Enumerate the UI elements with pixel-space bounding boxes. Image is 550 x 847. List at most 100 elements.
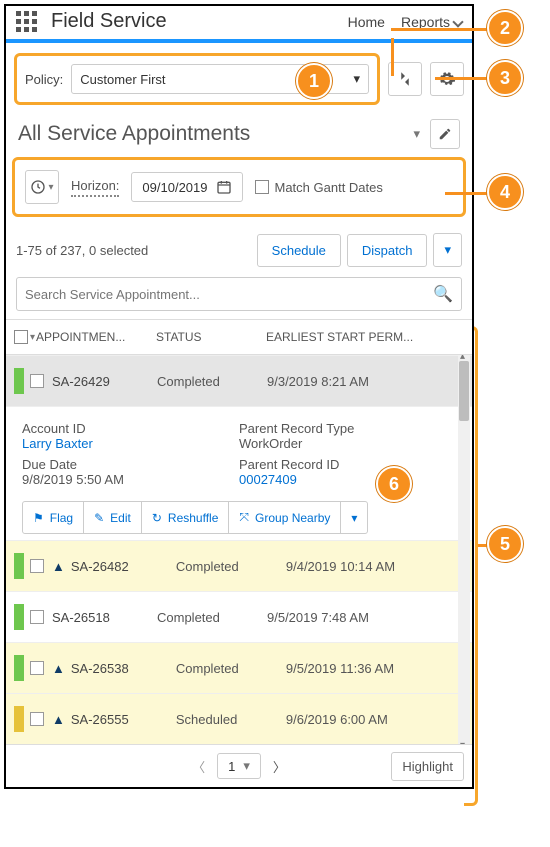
warning-icon: ▲ bbox=[52, 712, 65, 727]
list-view-menu[interactable]: ▾ bbox=[413, 126, 420, 142]
footer: 〈 1 ▾ 〉 Highlight bbox=[6, 745, 472, 787]
appt-id: SA-26429 bbox=[52, 374, 157, 389]
count-row: 1-75 of 237, 0 selected Schedule Dispatc… bbox=[6, 227, 472, 273]
record-count: 1-75 of 237, 0 selected bbox=[16, 243, 251, 258]
appt-id: SA-26555 bbox=[71, 712, 176, 727]
horizon-box: ▾ Horizon: 09/10/2019 Match Gantt Dates bbox=[12, 157, 466, 217]
search-input[interactable] bbox=[25, 287, 433, 302]
edit-list-button[interactable] bbox=[430, 119, 460, 149]
appt-start: 9/5/2019 7:48 AM bbox=[267, 610, 464, 625]
calendar-icon bbox=[216, 179, 232, 195]
row-checkbox[interactable] bbox=[30, 610, 44, 624]
appt-status: Completed bbox=[157, 610, 267, 625]
parent-id-label: Parent Record ID bbox=[239, 457, 456, 472]
edit-button[interactable]: ✎Edit bbox=[84, 502, 142, 533]
table-row[interactable]: ▲ SA-26555 Scheduled 9/6/2019 6:00 AM bbox=[6, 693, 472, 744]
search-box[interactable]: 🔍 bbox=[16, 277, 462, 311]
callout-1: 1 bbox=[296, 63, 332, 99]
search-row: 🔍 bbox=[6, 273, 472, 319]
row-checkbox[interactable] bbox=[30, 374, 44, 388]
due-date-value: 9/8/2019 5:50 AM bbox=[22, 472, 239, 487]
callout-4: 4 bbox=[487, 174, 523, 210]
pager-next[interactable]: 〉 bbox=[267, 755, 292, 778]
pager-prev[interactable]: 〈 bbox=[186, 755, 211, 778]
match-gantt-checkbox[interactable]: Match Gantt Dates bbox=[255, 180, 383, 195]
status-mark bbox=[14, 604, 24, 630]
parent-type-label: Parent Record Type bbox=[239, 421, 456, 436]
appt-id: SA-26538 bbox=[71, 661, 176, 676]
flag-icon: ⚑ bbox=[33, 511, 44, 525]
highlight-button[interactable]: Highlight bbox=[391, 752, 464, 781]
appt-start: 9/3/2019 8:21 AM bbox=[267, 374, 464, 389]
policy-label: Policy: bbox=[25, 72, 63, 87]
app-header: Field Service Home Reports bbox=[6, 6, 472, 43]
nav-home[interactable]: Home bbox=[348, 14, 385, 30]
app-launcher-icon[interactable] bbox=[16, 11, 37, 32]
parent-id-link[interactable]: 00027409 bbox=[239, 472, 456, 487]
callout-6: 6 bbox=[376, 466, 412, 502]
appt-status: Scheduled bbox=[176, 712, 286, 727]
callout-5: 5 bbox=[487, 526, 523, 562]
row-checkbox[interactable] bbox=[30, 661, 44, 675]
appt-status: Completed bbox=[176, 661, 286, 676]
list-title-row: All Service Appointments ▾ bbox=[6, 115, 472, 157]
pager-current[interactable]: 1 ▾ bbox=[217, 753, 261, 779]
pencil-icon bbox=[438, 127, 452, 141]
scroll-thumb[interactable] bbox=[459, 361, 469, 421]
col-appointment[interactable]: APPOINTMEN... bbox=[36, 330, 156, 344]
appt-start: 9/5/2019 11:36 AM bbox=[286, 661, 464, 676]
table-header: ▾ APPOINTMEN... STATUS EARLIEST START PE… bbox=[6, 319, 472, 355]
parent-type-value: WorkOrder bbox=[239, 436, 456, 451]
callout-3: 3 bbox=[487, 60, 523, 96]
due-date-label: Due Date bbox=[22, 457, 239, 472]
row-checkbox[interactable] bbox=[30, 712, 44, 726]
chevron-down-icon bbox=[452, 16, 463, 27]
row-action-bar: ⚑Flag ✎Edit ↻Reshuffle ⤧Group Nearby ▾ bbox=[22, 501, 368, 534]
table-row[interactable]: SA-26429 Completed 9/3/2019 8:21 AM bbox=[6, 355, 472, 406]
appt-status: Completed bbox=[157, 374, 267, 389]
account-id-link[interactable]: Larry Baxter bbox=[22, 436, 239, 451]
clock-button[interactable]: ▾ bbox=[25, 170, 59, 204]
caret-down-icon: ▾ bbox=[243, 758, 250, 774]
reshuffle-button[interactable]: ↻Reshuffle bbox=[142, 502, 230, 533]
status-mark bbox=[14, 368, 24, 394]
callout-2: 2 bbox=[487, 10, 523, 46]
pencil-icon: ✎ bbox=[94, 511, 104, 525]
row-checkbox[interactable] bbox=[30, 559, 44, 573]
schedule-button[interactable]: Schedule bbox=[257, 234, 341, 267]
policy-row: Policy: Customer First ▾ bbox=[6, 43, 472, 115]
status-mark bbox=[14, 553, 24, 579]
appointment-rows: SA-26429 Completed 9/3/2019 8:21 AM Acco… bbox=[6, 355, 472, 745]
table-row[interactable]: ▲ SA-26482 Completed 9/4/2019 10:14 AM bbox=[6, 540, 472, 591]
warning-icon: ▲ bbox=[52, 559, 65, 574]
search-icon: 🔍 bbox=[433, 284, 453, 304]
row-more-button[interactable]: ▾ bbox=[341, 502, 367, 533]
warning-icon: ▲ bbox=[52, 661, 65, 676]
split-icon bbox=[396, 70, 414, 88]
select-all-checkbox[interactable]: ▾ bbox=[14, 330, 36, 344]
horizon-date-input[interactable]: 09/10/2019 bbox=[131, 172, 242, 202]
appt-start: 9/6/2019 6:00 AM bbox=[286, 712, 464, 727]
col-earliest-start[interactable]: EARLIEST START PERM... bbox=[266, 330, 464, 344]
reshuffle-icon: ↻ bbox=[152, 511, 162, 525]
horizon-label: Horizon: bbox=[71, 178, 119, 197]
table-row[interactable]: ▲ SA-26538 Completed 9/5/2019 11:36 AM bbox=[6, 642, 472, 693]
appt-start: 9/4/2019 10:14 AM bbox=[286, 559, 464, 574]
table-row[interactable]: SA-26518 Completed 9/5/2019 7:48 AM bbox=[6, 591, 472, 642]
scrollbar[interactable]: ▴ ▾ bbox=[458, 355, 470, 744]
policy-value: Customer First bbox=[80, 72, 165, 87]
appt-id: SA-26482 bbox=[71, 559, 176, 574]
list-view-title: All Service Appointments bbox=[18, 122, 403, 146]
flag-button[interactable]: ⚑Flag bbox=[23, 502, 84, 533]
more-actions-button[interactable]: ▾ bbox=[433, 233, 462, 267]
col-status[interactable]: STATUS bbox=[156, 330, 266, 344]
group-nearby-button[interactable]: ⤧Group Nearby bbox=[229, 502, 341, 533]
dispatch-button[interactable]: Dispatch bbox=[347, 234, 428, 267]
scroll-up-icon: ▴ bbox=[460, 355, 468, 359]
status-mark bbox=[14, 655, 24, 681]
status-mark bbox=[14, 706, 24, 732]
account-id-label: Account ID bbox=[22, 421, 239, 436]
appt-id: SA-26518 bbox=[52, 610, 157, 625]
clock-icon bbox=[30, 179, 46, 195]
appt-status: Completed bbox=[176, 559, 286, 574]
